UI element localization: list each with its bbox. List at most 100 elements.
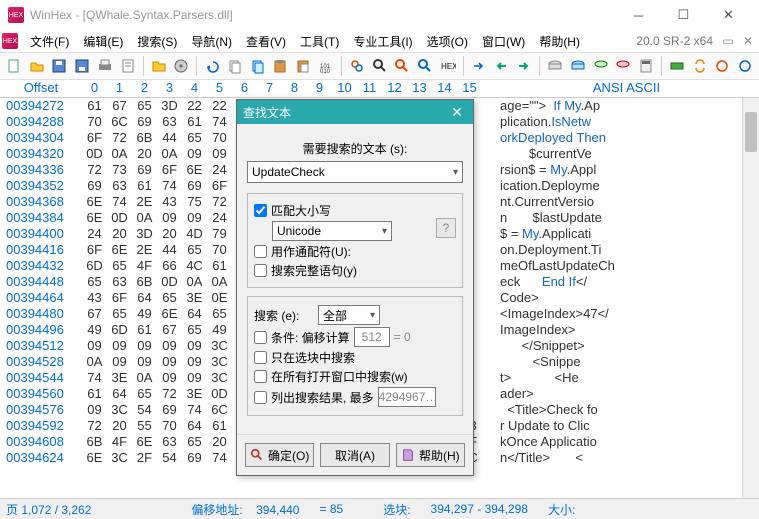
disk1-icon[interactable] <box>545 56 565 76</box>
open-icon[interactable] <box>27 56 47 76</box>
offset-cell[interactable]: 00394624 <box>0 450 82 466</box>
match-case-checkbox[interactable]: 匹配大小写 <box>254 202 456 219</box>
offset-header: Offset <box>0 80 82 97</box>
ok-button[interactable]: 确定(O) <box>245 443 314 467</box>
menu-1[interactable]: 编辑(E) <box>77 31 129 52</box>
offset-cell[interactable]: 00394480 <box>0 306 82 322</box>
dialog-title: 查找文本 <box>243 104 447 121</box>
search-input[interactable]: UpdateCheck▾ <box>247 161 463 183</box>
menu-4[interactable]: 查看(V) <box>240 31 292 52</box>
disk4-icon[interactable] <box>613 56 633 76</box>
offset-cell[interactable]: 00394304 <box>0 130 82 146</box>
save2-icon[interactable] <box>72 56 92 76</box>
disk-icon[interactable] <box>171 56 191 76</box>
disk2-icon[interactable] <box>568 56 588 76</box>
restore-icon[interactable]: ▭ <box>719 32 737 50</box>
sync3-icon[interactable] <box>735 56 755 76</box>
copy2-icon[interactable] <box>248 56 268 76</box>
sync-icon[interactable] <box>690 56 710 76</box>
offset-cell[interactable]: 00394576 <box>0 402 82 418</box>
offset-cell[interactable]: 00394528 <box>0 354 82 370</box>
offset-cell[interactable]: 00394400 <box>0 226 82 242</box>
find-hex-icon[interactable] <box>370 56 390 76</box>
offset-cell[interactable]: 00394368 <box>0 194 82 210</box>
menu-icon: HEX <box>2 33 18 49</box>
replace-icon[interactable]: HEX <box>438 56 458 76</box>
vertical-scrollbar[interactable] <box>742 98 759 518</box>
save-icon[interactable] <box>50 56 70 76</box>
whole-word-checkbox[interactable]: 搜索完整语句(y) <box>254 262 456 279</box>
window-title: WinHex - [QWhale.Syntax.Parsers.dll] <box>30 8 616 22</box>
undo-icon[interactable] <box>202 56 222 76</box>
offset-cell[interactable]: 00394384 <box>0 210 82 226</box>
offset-cell[interactable]: 00394352 <box>0 178 82 194</box>
back-icon[interactable] <box>492 56 512 76</box>
menu-2[interactable]: 搜索(S) <box>131 31 183 52</box>
find-icon[interactable] <box>347 56 367 76</box>
offset-cell[interactable]: 00394336 <box>0 162 82 178</box>
offset-cell[interactable]: 00394288 <box>0 114 82 130</box>
calc-icon[interactable] <box>636 56 656 76</box>
chevron-down-icon: ▾ <box>453 167 458 178</box>
forward-icon[interactable] <box>514 56 534 76</box>
cancel-button[interactable]: 取消(A) <box>320 443 389 467</box>
offset-cell[interactable]: 00394432 <box>0 258 82 274</box>
paste-icon[interactable] <box>271 56 291 76</box>
offset-cell[interactable]: 00394320 <box>0 146 82 162</box>
all-windows-checkbox[interactable]: 在所有打开窗口中搜索(w) <box>254 368 456 385</box>
offset-cell[interactable]: 00394544 <box>0 370 82 386</box>
minimize-button[interactable]: ─ <box>616 0 661 30</box>
scrollbar-thumb[interactable] <box>745 112 757 152</box>
menu-6[interactable]: 专业工具(I) <box>347 31 418 52</box>
copy-icon[interactable] <box>225 56 245 76</box>
menu-9[interactable]: 帮助(H) <box>533 31 586 52</box>
menu-7[interactable]: 选项(O) <box>421 31 474 52</box>
offset-cell[interactable]: 00394512 <box>0 338 82 354</box>
svg-text:HEX: HEX <box>441 62 456 71</box>
status-page: 页 1,072 / 3,262 <box>6 501 91 518</box>
encoding-select[interactable]: Unicode▾ <box>272 221 392 241</box>
menu-8[interactable]: 窗口(W) <box>476 31 531 52</box>
selection-only-checkbox[interactable]: 只在选块中搜索 <box>254 349 456 366</box>
offset-cell[interactable]: 00394592 <box>0 418 82 434</box>
offset-cell[interactable]: 00394560 <box>0 386 82 402</box>
ram-icon[interactable] <box>667 56 687 76</box>
ascii-pane[interactable]: age=""> If My.Application.IsNetworkDeplo… <box>494 98 742 518</box>
scope-select[interactable]: 全部▾ <box>318 305 380 325</box>
offset-cell[interactable]: 00394608 <box>0 434 82 450</box>
menu-0[interactable]: 文件(F) <box>24 31 75 52</box>
maximize-button[interactable]: ☐ <box>661 0 706 30</box>
close-button[interactable]: ✕ <box>706 0 751 30</box>
offset-cell[interactable]: 00394496 <box>0 322 82 338</box>
wildcard-help-button[interactable]: ? <box>436 218 456 238</box>
properties-icon[interactable] <box>118 56 138 76</box>
offset-cell[interactable]: 00394448 <box>0 274 82 290</box>
close2-icon[interactable]: ✕ <box>739 32 757 50</box>
goto-icon[interactable] <box>469 56 489 76</box>
ascii-header: ANSI ASCII <box>494 80 759 97</box>
folder-icon[interactable] <box>149 56 169 76</box>
cond-checkbox[interactable]: 条件: 偏移计算 512 = 0 <box>254 327 456 347</box>
list-results-checkbox[interactable]: 列出搜索结果, 最多 4294967… <box>254 387 456 407</box>
find-next-icon[interactable] <box>415 56 435 76</box>
offset-cell[interactable]: 00394416 <box>0 242 82 258</box>
help-button[interactable]: 帮助(H) <box>396 443 465 467</box>
offset-cell[interactable]: 00394272 <box>0 98 82 114</box>
new-icon[interactable] <box>4 56 24 76</box>
search-label: 需要搜索的文本 (s): <box>247 140 463 157</box>
offset-cell[interactable]: 00394464 <box>0 290 82 306</box>
paste2-icon[interactable] <box>293 56 313 76</box>
version-label: 20.0 SR-2 x64 <box>636 34 717 48</box>
sync2-icon[interactable] <box>713 56 733 76</box>
max-results-input[interactable]: 4294967… <box>378 387 436 407</box>
wildcard-checkbox[interactable]: 用作通配符(U): <box>254 243 456 260</box>
find-text-icon[interactable] <box>392 56 412 76</box>
find-text-dialog: 查找文本 ✕ 需要搜索的文本 (s): UpdateCheck▾ 匹配大小写 U… <box>236 99 474 476</box>
dialog-close-icon[interactable]: ✕ <box>447 104 467 121</box>
cond-num-input[interactable]: 512 <box>354 327 390 347</box>
menu-5[interactable]: 工具(T) <box>294 31 345 52</box>
menu-3[interactable]: 导航(N) <box>185 31 238 52</box>
print-icon[interactable] <box>95 56 115 76</box>
hex-icon[interactable]: 101010 <box>316 56 336 76</box>
disk3-icon[interactable] <box>591 56 611 76</box>
